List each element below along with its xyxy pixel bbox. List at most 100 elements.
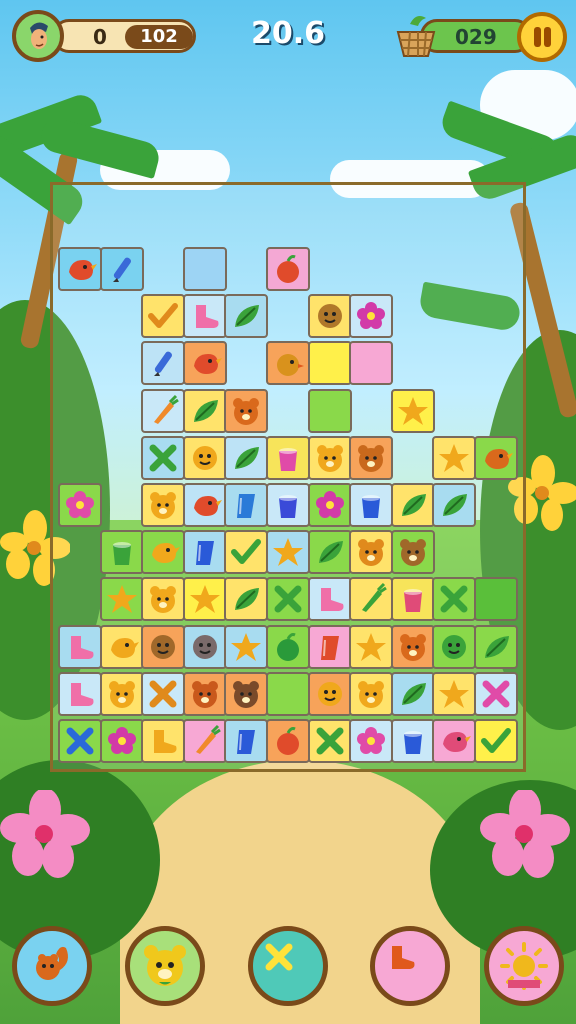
game-tile-star[interactable] [349,624,394,669]
game-tile-blank[interactable] [349,341,394,386]
game-tile-bucket[interactable] [349,483,394,527]
game-tile-bear[interactable] [182,671,227,716]
game-tile-boot[interactable] [141,719,186,763]
game-tile-pencil[interactable] [99,247,144,291]
game-tile-chick[interactable] [266,341,310,386]
game-tile-blank[interactable] [307,341,352,386]
game-tile-face[interactable] [182,624,227,669]
game-tile-flower[interactable] [349,719,394,763]
game-tile-blank[interactable] [474,577,518,622]
powerup-bear-button[interactable] [125,926,205,1006]
game-tile-bird[interactable] [432,719,477,763]
game-tile-face[interactable] [307,294,352,339]
powerup-squirrel-button[interactable] [12,926,92,1006]
game-tile-flower[interactable] [99,719,144,763]
x-icon [274,585,302,613]
game-tile-star[interactable] [182,577,227,622]
game-tile-bucket[interactable] [390,577,435,622]
game-tile-bird[interactable] [474,435,518,480]
flower-icon [107,727,136,754]
game-tile-cup[interactable] [224,719,269,763]
game-tile-star[interactable] [266,530,310,575]
game-tile-bear[interactable] [349,435,394,480]
game-tile-bear[interactable] [390,530,435,575]
game-tile-boot[interactable] [58,624,102,669]
game-tile-check[interactable] [474,719,518,763]
game-tile-star[interactable] [99,577,144,622]
game-tile-flower[interactable] [58,483,102,527]
game-tile-star[interactable] [432,671,477,716]
game-tile-boot[interactable] [307,577,352,622]
game-tile-boot[interactable] [182,294,227,339]
flower-icon [357,302,386,330]
game-tile-leaf[interactable] [307,530,352,575]
game-tile-cup[interactable] [182,530,227,575]
game-tile-bird[interactable] [58,247,102,291]
game-tile-bear[interactable] [349,671,394,716]
game-tile-x[interactable] [432,577,477,622]
game-tile-bear[interactable] [349,530,394,575]
pause-button[interactable] [517,12,567,62]
game-tile-leaf[interactable] [390,483,435,527]
game-tile-blank[interactable] [182,247,227,291]
game-tile-star[interactable] [432,435,477,480]
game-tile-face[interactable] [182,435,227,480]
game-tile-bucket[interactable] [99,530,144,575]
game-tile-check[interactable] [224,530,269,575]
game-tile-star[interactable] [224,624,269,669]
game-tile-bear[interactable] [307,435,352,480]
game-tile-apple[interactable] [266,719,310,763]
game-tile-cup[interactable] [224,483,269,527]
powerup-boot-button[interactable] [370,926,450,1006]
game-tile-leaf[interactable] [224,577,269,622]
game-tile-flower[interactable] [307,483,352,527]
game-tile-bird[interactable] [182,341,227,386]
game-tile-bird[interactable] [99,624,144,669]
game-tile-x[interactable] [266,577,310,622]
game-tile-blank[interactable] [307,388,352,433]
powerup-shuffle-button[interactable] [248,926,328,1006]
game-tile-blank[interactable] [266,671,310,716]
game-tile-apple[interactable] [266,247,310,291]
game-tile-apple[interactable] [266,624,310,669]
player-avatar-icon[interactable] [12,10,64,62]
game-tile-bucket[interactable] [266,483,310,527]
game-tile-bear[interactable] [224,388,269,433]
game-tile-bear[interactable] [141,577,186,622]
game-tile-check[interactable] [141,294,186,339]
game-tile-bird[interactable] [141,530,186,575]
game-tile-x[interactable] [141,435,186,480]
game-tile-carrot[interactable] [349,577,394,622]
game-tile-leaf[interactable] [474,624,518,669]
game-tile-bear[interactable] [224,671,269,716]
check-icon [481,728,511,753]
game-tile-x[interactable] [58,719,102,763]
game-tile-x[interactable] [474,671,518,716]
game-tile-leaf[interactable] [182,388,227,433]
game-tile-leaf[interactable] [224,435,269,480]
game-tile-flower[interactable] [349,294,394,339]
game-tile-bucket[interactable] [390,719,435,763]
game-tile-cup[interactable] [307,624,352,669]
game-tile-leaf[interactable] [390,671,435,716]
game-tile-bucket[interactable] [266,435,310,480]
game-tile-face[interactable] [307,671,352,716]
leaf-icon [235,588,260,611]
game-tile-carrot[interactable] [182,719,227,763]
game-tile-star[interactable] [390,388,435,433]
game-tile-bird[interactable] [182,483,227,527]
game-tile-leaf[interactable] [432,483,477,527]
boot-icon [195,305,219,329]
game-tile-face[interactable] [432,624,477,669]
game-tile-boot[interactable] [58,671,102,716]
powerup-sun-button[interactable] [484,926,564,1006]
game-tile-pencil[interactable] [141,341,186,386]
game-tile-bear[interactable] [99,671,144,716]
game-tile-face[interactable] [141,624,186,669]
game-tile-x[interactable] [141,671,186,716]
game-tile-carrot[interactable] [141,388,186,433]
game-tile-bear[interactable] [390,624,435,669]
game-tile-bear[interactable] [141,483,186,527]
game-tile-x[interactable] [307,719,352,763]
game-tile-leaf[interactable] [224,294,269,339]
